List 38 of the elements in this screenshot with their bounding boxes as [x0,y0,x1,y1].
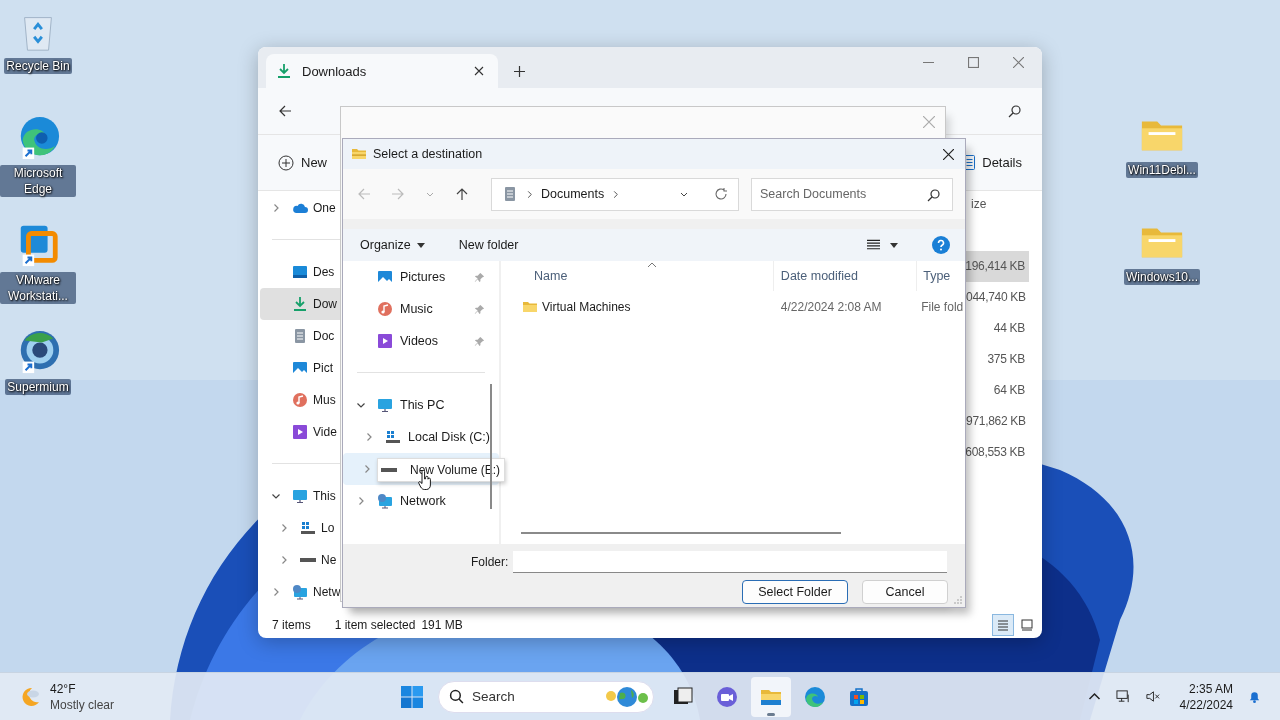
time: 2:35 AM [1188,680,1233,697]
nav-label: Local Disk (C:) [408,430,490,444]
date: 4/22/2024 [1179,696,1233,713]
size-cell-text: 64 KB [992,382,1026,399]
nav-label: Ne [321,553,337,567]
nav-label: Videos [400,334,438,348]
nav-label: Lo [321,521,335,535]
nav-label: Pictures [400,270,446,284]
size-cell-text: 608,553 KB [964,444,1026,461]
nav-label: Vide [313,425,337,439]
nav-label: Des [313,265,335,279]
size-cell-text: 375 KB [986,351,1026,368]
nav-label: Doc [313,329,335,343]
type-cell: File fold [921,300,964,314]
column-label: Type [923,269,951,283]
selection-size: 191 MB [421,618,463,632]
date-cell: 4/22/2024 2:08 AM [780,300,882,314]
nav-label: One [313,201,336,215]
tab-label: Downloads [302,63,368,79]
item-count: 7 items [272,618,311,632]
dialog-title: Select a destination [373,147,483,161]
column-label: Date modified [780,269,858,283]
size-cell-text: ,044,740 KB [963,289,1027,304]
column-label: Name [534,269,568,283]
size-cell-text: 44 KB [992,320,1026,337]
nav-label: This [313,489,336,503]
field-label: Folder: [471,555,509,569]
nav-label: This PC [400,398,445,412]
selection-status: 1 item selected [334,618,416,632]
size-cell-text: ,971,862 KB [963,413,1027,430]
nav-label: Network [400,494,446,508]
size-cell: 196,414 KB [963,251,1029,282]
nav-label: Dow [313,297,337,311]
file-name: Virtual Machines [542,300,631,314]
nav-label: Music [400,302,433,316]
nav-label: Mus [313,393,336,407]
nav-label: Netw [313,585,341,599]
nav-label: Pict [313,361,333,375]
